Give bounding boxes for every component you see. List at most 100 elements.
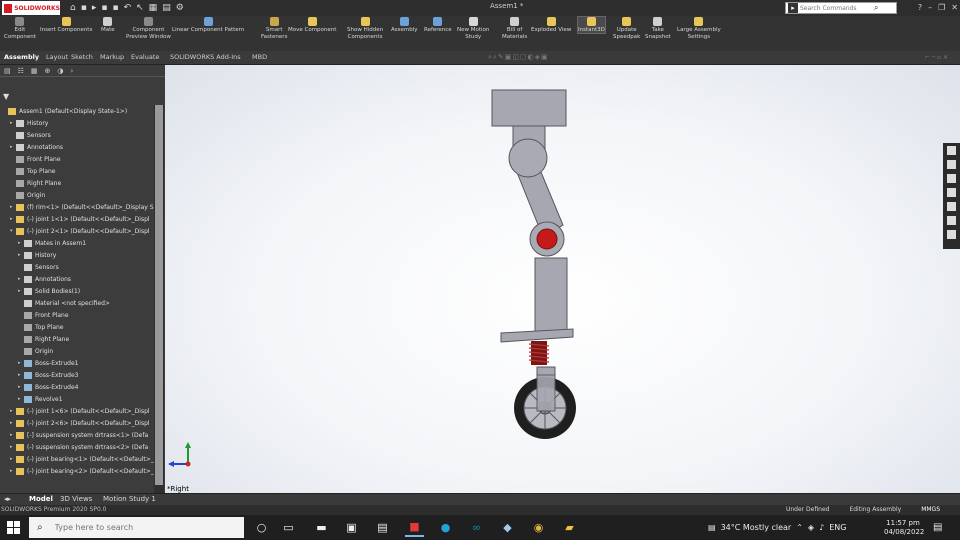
tree-node[interactable]: ▸ History: [0, 249, 56, 261]
tree-node[interactable]: Assem1 (Default<Display State-1>): [0, 105, 127, 117]
search-icon[interactable]: ⌕: [874, 3, 878, 13]
graphics-area[interactable]: [165, 65, 960, 493]
tree-node[interactable]: Right Plane: [0, 177, 61, 189]
search-scope-icon[interactable]: ▸: [788, 3, 798, 13]
ribbon-take-button[interactable]: Take Snapshot: [645, 17, 671, 40]
tab-evaluate[interactable]: Evaluate: [131, 53, 159, 61]
tree-node[interactable]: ▸ Mates in Assem1: [0, 237, 86, 249]
photos-app-icon[interactable]: ▣: [342, 518, 361, 537]
home-icon[interactable]: ⌂: [70, 1, 76, 15]
heads-up-view-toolbar[interactable]: ⌕⌕✎▣◫▢◐◈▣: [488, 53, 549, 62]
ribbon-exploded-view-button[interactable]: Exploded View: [531, 17, 571, 33]
tree-node[interactable]: ▸ [-] suspension system drtrass<1> (Defa: [0, 429, 148, 441]
tree-node[interactable]: Origin: [0, 189, 45, 201]
tab-layout[interactable]: Layout: [46, 53, 68, 61]
task-view-icon[interactable]: ▭: [279, 518, 298, 537]
tree-node[interactable]: ▸ Boss-Extrude3: [0, 369, 79, 381]
tree-node[interactable]: ▸ (-) joint bearing<2> (Default<<Default>…: [0, 465, 154, 477]
notes-app-icon[interactable]: ◆: [498, 518, 517, 537]
knee-bearing[interactable]: [536, 228, 558, 250]
ribbon-insert-components-button[interactable]: Insert Components: [40, 17, 92, 33]
tree-node[interactable]: ▸ Boss-Extrude1: [0, 357, 79, 369]
weather-icon[interactable]: ▤: [708, 523, 716, 532]
tree-node[interactable]: Sensors: [0, 129, 51, 141]
design-library-icon[interactable]: [947, 160, 956, 169]
help-icon[interactable]: ?: [918, 1, 922, 15]
tree-expand-icon[interactable]: ›: [71, 67, 74, 75]
home-icon[interactable]: [947, 146, 956, 155]
panel-controls[interactable]: ⌐ ─ ▫ ✕: [925, 54, 948, 61]
arduino-icon[interactable]: ∞: [467, 518, 486, 537]
configuration-manager-tab-icon[interactable]: ▦: [31, 67, 38, 75]
tree-node[interactable]: Sensors: [0, 261, 59, 273]
suspension-crossbar[interactable]: [500, 328, 574, 343]
ribbon-smart-button[interactable]: Smart Fasteners: [261, 17, 287, 40]
ribbon-linear-component-pattern-button[interactable]: Linear Component Pattern: [172, 17, 244, 33]
ribbon-move-component-button[interactable]: Move Component: [288, 17, 336, 33]
chrome-icon[interactable]: ◉: [529, 518, 548, 537]
tree-node[interactable]: Front Plane: [0, 309, 69, 321]
weather-text[interactable]: 34°C Mostly clear: [721, 523, 792, 532]
ribbon-show-hidden-button[interactable]: Show Hidden Components: [347, 17, 383, 40]
save-icon[interactable]: ▪: [101, 1, 107, 15]
ribbon-large-assembly-button[interactable]: Large Assembly Settings: [677, 17, 721, 40]
top-joint-disc[interactable]: [508, 138, 548, 178]
tree-node[interactable]: ▸ Annotations: [0, 273, 71, 285]
ribbon-edit-button[interactable]: Edit Component: [4, 17, 36, 40]
lower-shaft[interactable]: [534, 257, 568, 333]
select-icon[interactable]: ↖: [136, 1, 144, 15]
tab-scroll-arrows[interactable]: ◂▸: [4, 495, 11, 503]
tree-node[interactable]: ▸ Revolve1: [0, 393, 63, 405]
tab-model[interactable]: Model: [29, 495, 53, 503]
app-c-icon[interactable]: ●: [436, 518, 455, 537]
tab-solidworks-add-ins[interactable]: SOLIDWORKS Add-Ins: [170, 53, 241, 61]
ribbon-component-button[interactable]: Component Preview Window: [126, 17, 171, 40]
tab-motion-study-1[interactable]: Motion Study 1: [103, 495, 156, 503]
tree-node[interactable]: ▸ (-) suspension system drtrass<2> (Defa: [0, 441, 148, 453]
minimize-icon[interactable]: –: [928, 1, 932, 15]
language-indicator[interactable]: ENG: [829, 523, 846, 532]
tree-node[interactable]: Top Plane: [0, 321, 64, 333]
tree-scrollbar[interactable]: [154, 105, 164, 493]
ribbon-instant3d-button[interactable]: Instant3D: [577, 16, 606, 34]
assembly-model[interactable]: [165, 65, 960, 493]
new-document-icon[interactable]: ▪: [81, 1, 87, 15]
solidworks-logo[interactable]: SOLIDWORKS: [2, 1, 60, 15]
ribbon-mate-button[interactable]: Mate: [101, 17, 115, 33]
tree-node[interactable]: ▾ (-) joint 2<1> (Default<<Default>_Displ: [0, 225, 150, 237]
tab-sketch[interactable]: Sketch: [71, 53, 93, 61]
ribbon-reference-button[interactable]: Reference: [424, 17, 452, 33]
fork-front-plate[interactable]: [536, 374, 556, 412]
tree-node[interactable]: ▸ (-) joint 1<1> (Default<<Default>_Displ: [0, 213, 150, 225]
options-gear-icon[interactable]: ⚙: [176, 1, 184, 15]
solidworks-taskbar-icon[interactable]: ■: [405, 518, 424, 537]
print-icon[interactable]: ▪: [112, 1, 118, 15]
file-properties-icon[interactable]: ▤: [162, 1, 171, 15]
tree-node[interactable]: ▸ Boss-Extrude4: [0, 381, 79, 393]
search-commands-box[interactable]: ▸ ⌕: [785, 2, 897, 14]
custom-properties-icon[interactable]: [947, 216, 956, 225]
close-icon[interactable]: ✕: [951, 1, 958, 15]
top-mount-plate[interactable]: [491, 89, 567, 127]
file-explorer-icon[interactable]: [947, 174, 956, 183]
screen-app-icon[interactable]: ▤: [373, 518, 392, 537]
cortana-icon[interactable]: ○: [252, 518, 271, 537]
display-manager-tab-icon[interactable]: ◑: [57, 67, 63, 75]
property-manager-tab-icon[interactable]: ☷: [18, 67, 24, 75]
tree-node[interactable]: ▸ (f) rim<1> (Default<<Default>_Display S: [0, 201, 154, 213]
tab-3d-views[interactable]: 3D Views: [60, 495, 92, 503]
windows-search-box[interactable]: ⌕: [29, 517, 244, 538]
unit-system-selector[interactable]: MMGS: [921, 506, 940, 513]
tab-mbd[interactable]: MBD: [252, 53, 267, 61]
search-commands-input[interactable]: [800, 4, 870, 12]
undo-icon[interactable]: ↶: [124, 1, 132, 15]
tray-overflow-icon[interactable]: ⌃: [796, 523, 803, 532]
tab-assembly[interactable]: Assembly: [4, 53, 39, 61]
rebuild-icon[interactable]: ▦: [149, 1, 158, 15]
tree-node[interactable]: ▸ (-) joint 1<6> (Default<<Default>_Displ: [0, 405, 150, 417]
tree-node[interactable]: Front Plane: [0, 153, 61, 165]
notifications-icon[interactable]: ▤: [933, 522, 942, 533]
tree-node[interactable]: Origin: [0, 345, 53, 357]
tree-node[interactable]: ▸ Annotations: [0, 141, 63, 153]
network-icon[interactable]: ◈: [808, 523, 814, 532]
